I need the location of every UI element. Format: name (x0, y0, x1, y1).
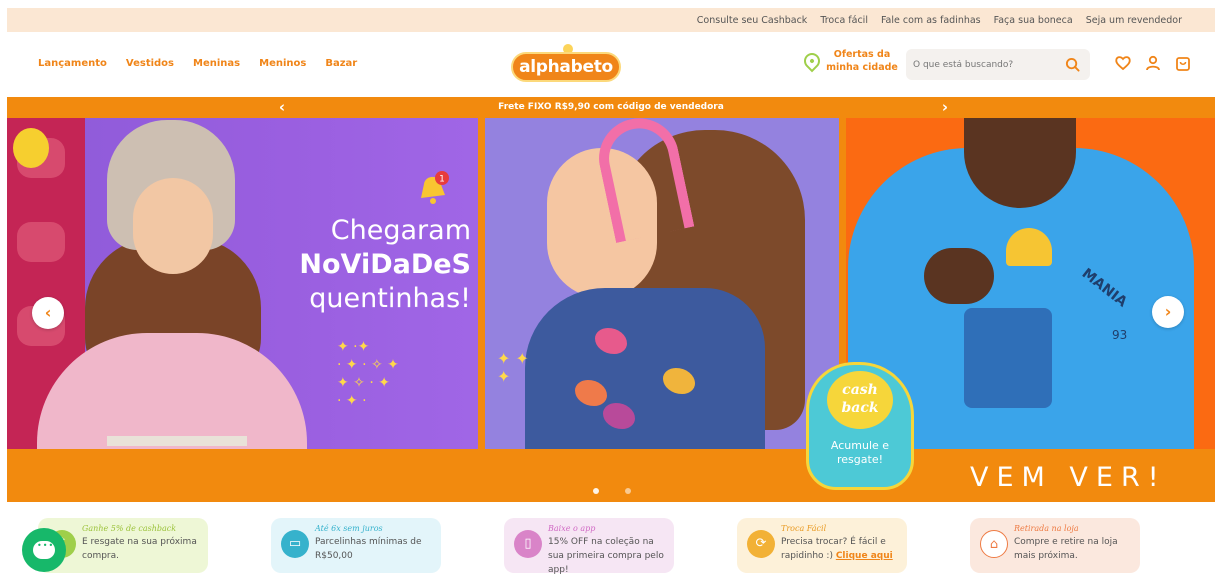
promo-bar: ‹ Frete FIXO R$9,90 com código de vended… (7, 97, 1215, 118)
girl-face-image (133, 178, 213, 274)
nav-item-bazar[interactable]: Bazar (325, 58, 357, 69)
bell-icon: 1 (421, 171, 449, 204)
sweater-pocket-image (964, 308, 1052, 408)
benefits-row: $ Ganhe 5% de cashback E resgate na sua … (0, 508, 1221, 580)
search-box (906, 49, 1090, 80)
benefit-description: E resgate na sua próxima compra. (82, 537, 197, 561)
benefit-title: Até 6x sem juros (315, 524, 383, 533)
header-icons (1114, 54, 1192, 72)
hero-panel-denim-girl: ✦ ✦ ✦ (485, 118, 839, 449)
city-offers-link[interactable]: Ofertas da minha cidade (800, 48, 898, 74)
benefit-card-installments[interactable]: ▭ Até 6x sem juros Parcelinhas mínimas d… (271, 518, 441, 573)
boy-hand-image (924, 248, 994, 304)
main-nav: Lançamento Vestidos Meninas Meninos Baza… (38, 58, 357, 69)
benefit-title: Retirada na loja (1014, 524, 1079, 533)
benefit-card-store-pickup[interactable]: ⌂ Retirada na loja Compre e retire na lo… (970, 518, 1140, 573)
carousel-dot-1[interactable] (593, 488, 599, 494)
site-logo[interactable]: alphabeto (511, 52, 621, 82)
hero-next-arrow[interactable]: › (1152, 296, 1184, 328)
exchange-link[interactable]: Clique aqui (836, 551, 893, 561)
cashback-subtitle: Acumule e resgate! (830, 439, 890, 466)
shirt-print-number: 93 (1112, 328, 1128, 342)
bag-icon[interactable] (1174, 54, 1192, 72)
search-icon[interactable] (1065, 57, 1080, 72)
sparkles-decoration: ✦ ✦ ✦ (497, 349, 529, 386)
hero-headline: Chegaram NoViDaDeS quentinhas! (271, 214, 471, 316)
yellow-hat-print-image (1006, 228, 1052, 266)
search-input[interactable] (913, 56, 1063, 73)
cashback-badge[interactable]: cash back Acumule e resgate! (806, 362, 914, 490)
nav-item-meninas[interactable]: Meninas (193, 58, 240, 69)
belt-image (107, 436, 247, 446)
promo-text: Frete FIXO R$9,90 com código de vendedor… (498, 102, 724, 112)
benefit-description: Precisa trocar? É fácil e rapidinho :) C… (781, 535, 897, 563)
nav-item-meninos[interactable]: Meninos (259, 58, 306, 69)
headline-line-1: Chegaram (330, 215, 471, 246)
benefit-card-exchange[interactable]: ⟳ Troca Fácil Precisa trocar? É fácil e … (737, 518, 907, 573)
carousel-dots (593, 488, 631, 494)
benefit-description: Compre e retire na loja mais próxima. (1014, 537, 1118, 561)
headline-line-3: quentinhas! (309, 283, 471, 314)
top-utility-bar: Consulte seu Cashback Troca fácil Fale c… (7, 8, 1215, 32)
hero-panel-girl-hat: 1 Chegaram NoViDaDeS quentinhas! ✦ ·✦ · ✦… (7, 118, 478, 449)
cashback-logo: cash back (827, 371, 893, 429)
benefit-title: Ganhe 5% de cashback (82, 524, 177, 533)
hero-cta-text[interactable]: VEM VER! (970, 462, 1167, 493)
carousel-dot-2[interactable] (625, 488, 631, 494)
benefit-title: Troca Fácil (781, 524, 827, 533)
user-icon[interactable] (1144, 54, 1162, 72)
topbar-link-fadinhas[interactable]: Fale com as fadinhas (881, 15, 981, 26)
heart-icon[interactable] (1114, 54, 1132, 72)
notification-count: 1 (439, 175, 445, 185)
denim-jacket-image (525, 288, 765, 449)
promo-next-arrow[interactable]: › (935, 97, 955, 118)
hero-banner[interactable]: 1 Chegaram NoViDaDeS quentinhas! ✦ ·✦ · ✦… (7, 118, 1215, 502)
benefit-description: Parcelinhas mínimas de R$50,00 (315, 537, 422, 561)
sparkles-decoration: ✦ ·✦ · ✦ · ✧ ✦ ✦ ✧ · ✦ · ✦ · (337, 339, 399, 409)
site-header: Lançamento Vestidos Meninas Meninos Baza… (7, 32, 1215, 96)
benefit-description: 15% OFF na coleção na sua primeira compr… (548, 537, 664, 575)
nav-item-vestidos[interactable]: Vestidos (126, 58, 174, 69)
phone-icon: ▯ (514, 530, 542, 558)
exchange-icon: ⟳ (747, 530, 775, 558)
chat-bubble-icon (33, 541, 55, 559)
benefit-card-app[interactable]: ▯ Baixe o app 15% OFF na coleção na sua … (504, 518, 674, 575)
city-offers-label: Ofertas da minha cidade (826, 49, 898, 73)
chick-toy-image (13, 128, 49, 168)
topbar-link-boneca[interactable]: Faça sua boneca (994, 15, 1073, 26)
promo-prev-arrow[interactable]: ‹ (272, 97, 292, 118)
hero-prev-arrow[interactable]: ‹ (32, 297, 64, 329)
location-pin-icon (800, 49, 824, 73)
store-icon: ⌂ (980, 530, 1008, 558)
topbar-link-cashback[interactable]: Consulte seu Cashback (697, 15, 808, 26)
nav-item-lancamento[interactable]: Lançamento (38, 58, 107, 69)
cashback-title-1: cash (842, 382, 878, 398)
benefit-title: Baixe o app (548, 524, 596, 533)
card-icon: ▭ (281, 530, 309, 558)
chat-button[interactable] (22, 528, 66, 572)
topbar-link-revendedor[interactable]: Seja um revendedor (1086, 15, 1182, 26)
topbar-link-troca[interactable]: Troca fácil (820, 15, 868, 26)
headline-line-2: NoViDaDeS (299, 249, 471, 280)
cashback-title-2: back (841, 400, 879, 416)
